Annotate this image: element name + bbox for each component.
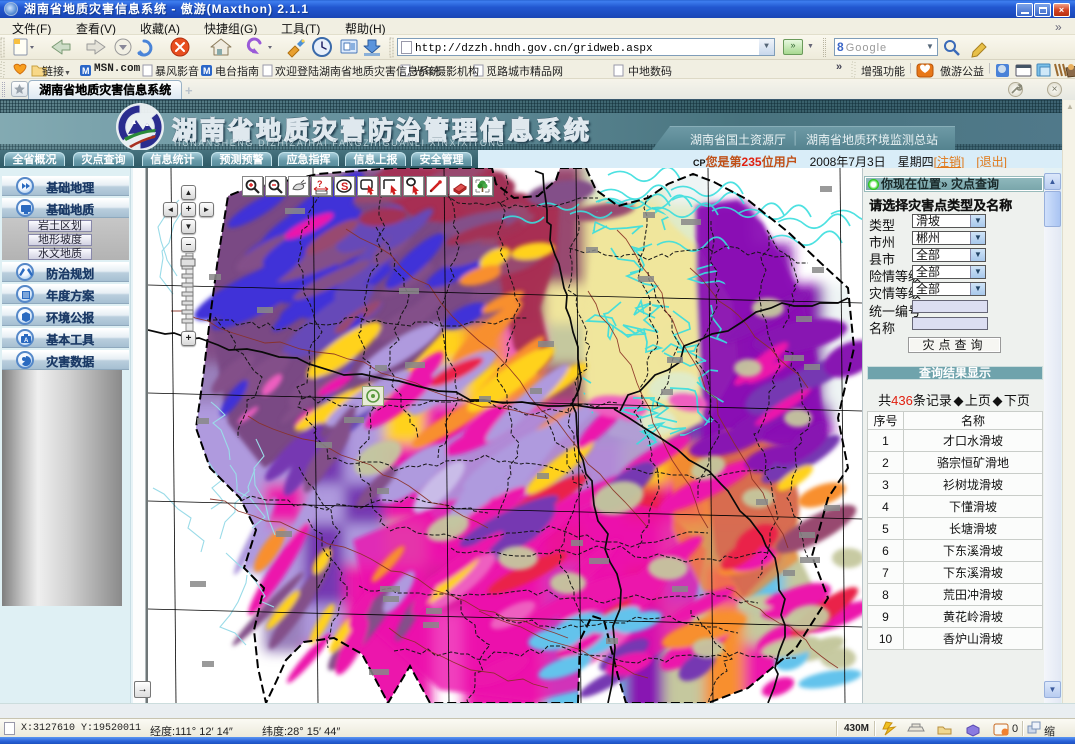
svg-text:A: A [24, 338, 29, 344]
svg-text:M: M [203, 66, 211, 76]
svg-text:S: S [341, 181, 348, 193]
svg-text:M: M [82, 66, 90, 76]
svg-text:?: ? [317, 179, 323, 189]
